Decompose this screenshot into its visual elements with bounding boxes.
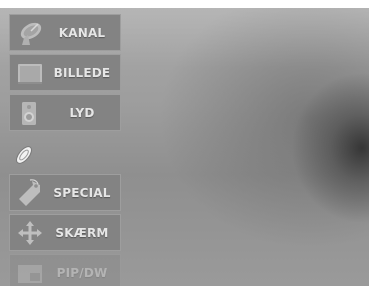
tv-screen: KANAL BILLEDE LYD SPECIAL SKÆRM PIP/DW [0, 8, 369, 286]
menu-item-kanal[interactable]: KANAL [9, 14, 121, 51]
menu-item-remote[interactable] [9, 134, 121, 171]
speaker-icon [16, 99, 44, 127]
menu-item-billede[interactable]: BILLEDE [9, 54, 121, 91]
picture-frame-icon [16, 59, 44, 87]
menu-item-special[interactable]: SPECIAL [9, 174, 121, 211]
menu-item-lyd[interactable]: LYD [9, 94, 121, 131]
menu-item-label [50, 135, 114, 172]
move-arrows-icon [16, 219, 44, 247]
menu-item-label: SKÆRM [55, 226, 109, 240]
pip-window-icon [16, 259, 44, 286]
menu-item-label: LYD [69, 106, 95, 120]
menu-item-label: PIP/DW [56, 266, 108, 280]
tag-icon [16, 179, 44, 207]
menu-item-label: BILLEDE [53, 66, 111, 80]
menu-item-skaerm[interactable]: SKÆRM [9, 214, 121, 251]
menu-item-label: SPECIAL [53, 186, 111, 200]
menu-item-pip-dw[interactable]: PIP/DW [9, 254, 121, 286]
remote-control-icon [12, 139, 40, 167]
menu-item-label: KANAL [58, 26, 106, 40]
satellite-dish-icon [16, 19, 44, 47]
